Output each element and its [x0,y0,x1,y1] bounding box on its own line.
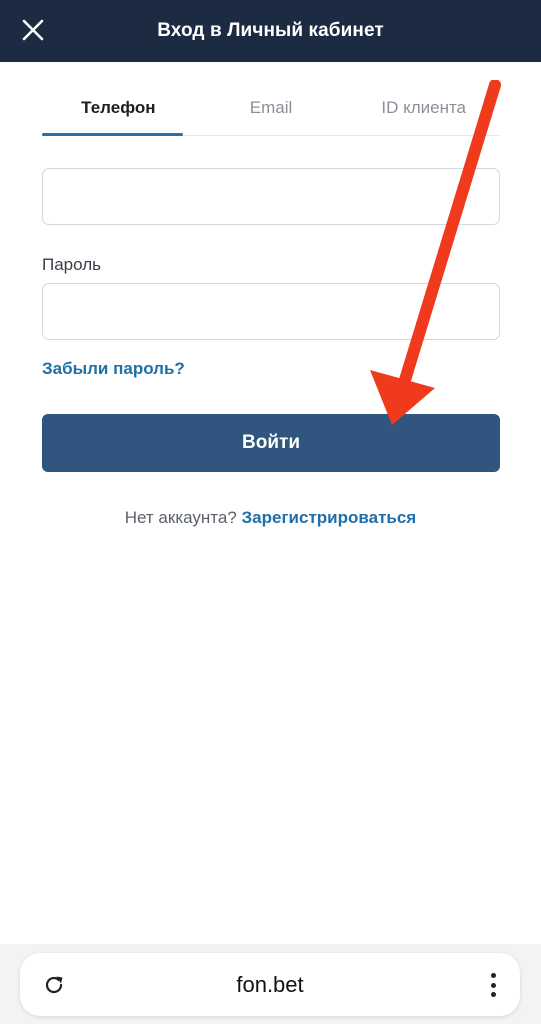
login-button[interactable]: Войти [42,414,500,472]
no-account-text: Нет аккаунта? [124,508,237,527]
tab-client-id[interactable]: ID клиента [347,88,500,135]
tab-email[interactable]: Email [195,88,348,135]
close-icon[interactable] [20,17,46,43]
browser-address-bar: fon.bet [20,953,520,1016]
password-input[interactable] [42,283,500,340]
url-text[interactable]: fon.bet [20,972,520,998]
register-row: Нет аккаунта? Зарегистрироваться [0,508,541,528]
login-method-tabs: Телефон Email ID клиента [42,88,500,136]
tab-phone[interactable]: Телефон [42,88,195,136]
more-vertical-icon[interactable] [488,971,498,999]
register-link[interactable]: Зарегистрироваться [242,508,417,527]
app-header: Вход в Личный кабинет [0,0,541,62]
password-label: Пароль [42,255,101,274]
page-title: Вход в Личный кабинет [157,20,384,41]
phone-input[interactable] [42,168,500,225]
forgot-password-link[interactable]: Забыли пароль? [42,359,185,379]
